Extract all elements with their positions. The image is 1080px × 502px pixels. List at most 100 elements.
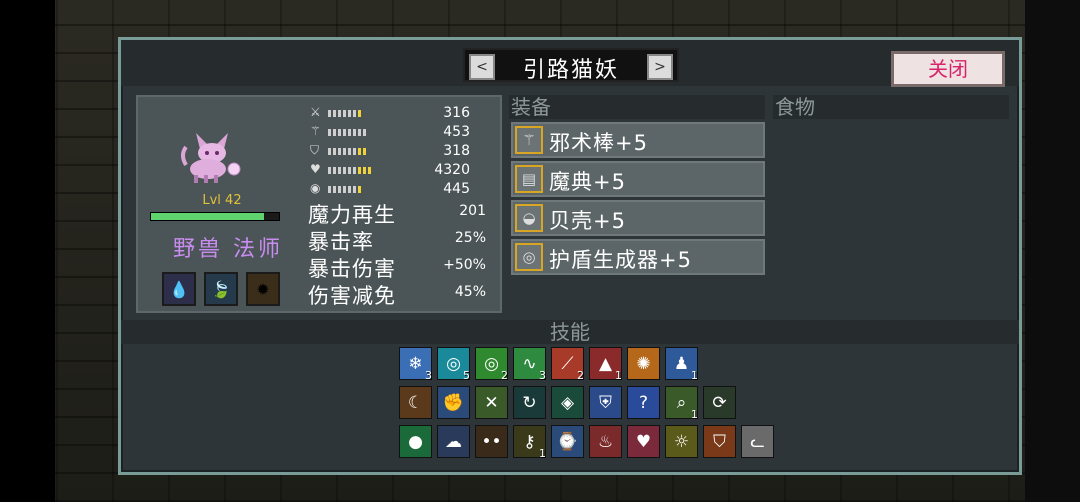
stat-pip	[353, 186, 356, 193]
equipment-label: 邪术棒+5	[549, 131, 648, 155]
key-icon[interactable]: ⚷ 1	[513, 425, 546, 460]
equipment-label: 魔典+5	[549, 170, 626, 194]
pet-info-panel: < 引路猫妖 > 关闭 Lvl 42 野兽 法师 💧 🍃 ✹ ⚔ 316 ⚚ 453 ⛉ 31…	[118, 37, 1022, 475]
stat-pip-bonus	[358, 148, 361, 155]
secondary-stat-row: 暴击率 25%	[308, 226, 498, 254]
stat-pip	[338, 186, 341, 193]
strike-icon[interactable]: ✕	[475, 386, 508, 419]
teeth-glyph: ▲	[598, 353, 613, 374]
title-bar: < 引路猫妖 > 关闭	[121, 40, 1019, 87]
stat-pip	[333, 167, 336, 174]
next-pet-button[interactable]: >	[647, 54, 673, 80]
water-up-icon[interactable]: 💧	[162, 272, 196, 306]
diamond-icon[interactable]: ◈	[551, 386, 584, 419]
stat-row: ⚚ 453	[310, 124, 500, 142]
secondary-stat-row: 魔力再生 201	[308, 199, 498, 227]
green-orb-icon[interactable]: ●	[399, 425, 432, 458]
skill-count: 1	[539, 447, 546, 460]
stat-pip	[328, 129, 331, 136]
cyan-ring-icon[interactable]: ◎ 5	[437, 347, 470, 382]
stat-value: 4320	[434, 162, 470, 178]
berserk-glyph: ♨	[597, 431, 614, 452]
sword-icon: ⚔	[310, 105, 321, 119]
stat-value: 445	[443, 181, 470, 197]
stat-pips	[328, 148, 366, 155]
stat-pip	[333, 186, 336, 193]
lightning-icon[interactable]: ∿ 3	[513, 347, 546, 382]
sun-sparkle-icon[interactable]: ✹	[246, 272, 280, 306]
equipment-slot[interactable]: ⚚ 邪术棒+5	[511, 122, 765, 158]
stat-pip-bonus	[358, 167, 361, 174]
mystery-glyph: ?	[638, 392, 649, 413]
mystery-icon[interactable]: ?	[627, 386, 660, 419]
equipment-label: 护盾生成器+5	[549, 248, 692, 272]
stat-value: 453	[443, 124, 470, 140]
green-ring-glyph: ◎	[484, 353, 499, 374]
equipment-slot[interactable]: ◎ 护盾生成器+5	[511, 239, 765, 275]
heart-icon: ♥	[310, 162, 321, 176]
stat-pip	[328, 186, 331, 193]
berserk-icon[interactable]: ♨	[589, 425, 622, 458]
stat-pip-bonus	[368, 167, 371, 174]
cat-face-icon[interactable]: ᓚ	[741, 425, 774, 458]
eyes-glyph: ••	[481, 431, 502, 452]
right-letterbox	[1025, 0, 1080, 502]
skill-row: ❄ 3 ◎ 5 ◎ 2 ∿ 3 ⟋ 2 ▲ 1 ✺ ♟ 1	[399, 347, 698, 382]
equipment-slot[interactable]: ◒ 贝壳+5	[511, 200, 765, 236]
mage-robe-icon[interactable]: ♟ 1	[665, 347, 698, 382]
stat-pip	[343, 186, 346, 193]
character-card: Lvl 42 野兽 法师 💧 🍃 ✹ ⚔ 316 ⚚ 453 ⛉ 318 ♥ 4320 ◉ 445 魔…	[136, 95, 502, 313]
magnify-icon[interactable]: ⌕ 1	[665, 386, 698, 421]
lightning-glyph: ∿	[522, 353, 537, 374]
stat-pip	[348, 129, 351, 136]
cloud-icon[interactable]: ☁	[437, 425, 470, 458]
skill-count: 3	[425, 369, 432, 382]
mage-robe-glyph: ♟	[673, 353, 690, 374]
moon-icon[interactable]: ☾	[399, 386, 432, 419]
teeth-icon[interactable]: ▲ 1	[589, 347, 622, 382]
equipment-header: 装备	[509, 95, 765, 119]
cycle-icon[interactable]: ↻	[513, 386, 546, 419]
green-ring-icon[interactable]: ◎ 2	[475, 347, 508, 382]
pet-name-title: 引路猫妖	[522, 58, 619, 83]
equipment-slot[interactable]: ▤ 魔典+5	[511, 161, 765, 197]
fire-burst-icon[interactable]: ✺	[627, 347, 660, 380]
stat-pip	[353, 110, 356, 117]
pet-name-box: < 引路猫妖 >	[463, 48, 679, 83]
claw-slash-glyph: ⟋	[561, 353, 574, 374]
stat-pip	[348, 186, 351, 193]
heart-shield-glyph: ⛨	[599, 392, 612, 413]
stat-pip-bonus	[358, 186, 361, 193]
leaf-shield-icon[interactable]: 🍃	[204, 272, 238, 306]
eyes-icon[interactable]: ••	[475, 425, 508, 458]
clock-shield-icon[interactable]: ⌚	[551, 425, 584, 458]
fire-shield-glyph: ⛉	[713, 431, 726, 452]
staff-icon: ⚚	[310, 124, 321, 138]
claw-slash-icon[interactable]: ⟋ 2	[551, 347, 584, 382]
green-orb-glyph: ●	[408, 431, 423, 452]
skill-row: ● ☁ •• ⚷ 1 ⌚ ♨ ♥ ☼ ⛉ ᓚ	[399, 425, 774, 460]
swirl-glyph: ⟳	[712, 392, 727, 413]
heart-shield-icon[interactable]: ⛨	[589, 386, 622, 419]
heart-glow-icon[interactable]: ♥	[627, 425, 660, 458]
clock-shield-glyph: ⌚	[556, 431, 579, 452]
fire-shield-icon[interactable]: ⛉	[703, 425, 736, 458]
light-bulb-icon[interactable]: ☼	[665, 425, 698, 458]
stat-pip	[338, 167, 341, 174]
shell-icon: ◒	[515, 204, 543, 232]
swirl-icon[interactable]: ⟳	[703, 386, 736, 419]
skill-count: 1	[615, 369, 622, 382]
food-header: 食物	[773, 95, 1009, 119]
stat-pip	[353, 129, 356, 136]
ice-storm-icon[interactable]: ❄ 3	[399, 347, 432, 382]
cloud-glyph: ☁	[445, 431, 462, 452]
skill-count: 5	[463, 369, 470, 382]
fist-icon[interactable]: ✊	[437, 386, 470, 419]
cat-pet-portrait	[181, 133, 241, 183]
diamond-glyph: ◈	[560, 392, 575, 413]
stat-value: 318	[443, 143, 470, 159]
stat-pips	[328, 129, 366, 136]
close-button[interactable]: 关闭	[891, 51, 1005, 87]
secondary-stat-label: 伤害减免	[308, 284, 396, 308]
stat-row: ♥ 4320	[310, 162, 500, 180]
